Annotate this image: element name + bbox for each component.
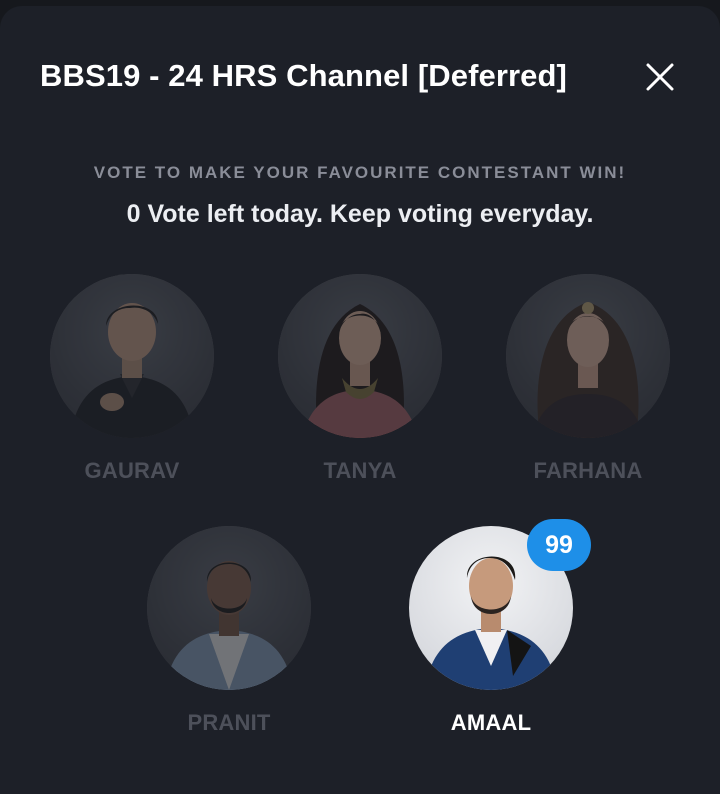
votes-left-text: 0 Vote left today. Keep voting everyday.: [126, 200, 594, 228]
contestant-avatar: [506, 274, 670, 438]
contestant-avatar: [147, 526, 311, 690]
vote-subtitle: VOTE TO MAKE YOUR FAVOURITE CONTESTANT W…: [93, 163, 627, 182]
contestant-avatar: [50, 274, 214, 438]
contestant-name: GAURAV: [84, 458, 180, 483]
contestant-name: TANYA: [323, 458, 397, 483]
close-button[interactable]: [638, 55, 682, 99]
contestant-name: FARHANA: [533, 458, 643, 483]
vote-modal: BBS19 - 24 HRS Channel [Deferred] VOTE T…: [0, 6, 720, 794]
contestant-avatar: [278, 274, 442, 438]
close-icon: [646, 63, 674, 91]
modal-title: BBS19 - 24 HRS Channel [Deferred]: [40, 58, 567, 93]
contestant-name: AMAAL: [450, 710, 532, 735]
contestant-pranit[interactable]: PRANIT: [147, 526, 311, 736]
contestant-gaurav[interactable]: GAURAV: [50, 274, 214, 484]
vote-count-badge: 99: [527, 519, 591, 571]
contestant-amaal[interactable]: 99 AMAAL: [409, 519, 591, 736]
contestant-farhana[interactable]: FARHANA: [506, 274, 670, 484]
contestant-name: PRANIT: [187, 710, 271, 735]
contestant-tanya[interactable]: TANYA: [278, 274, 442, 484]
